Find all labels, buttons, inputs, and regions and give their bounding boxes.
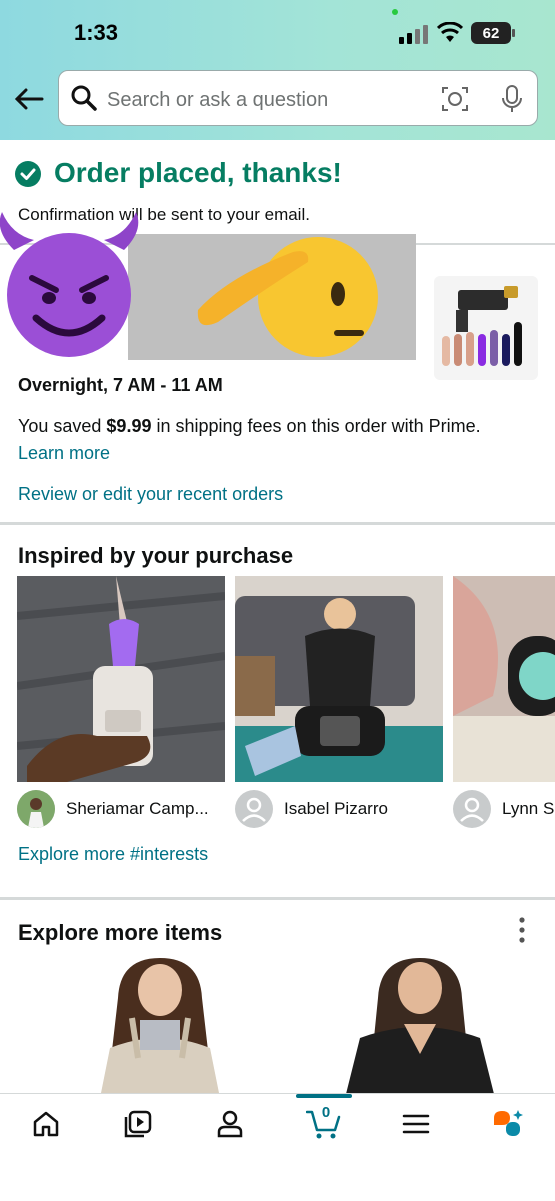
battery-indicator: 62: [471, 22, 511, 44]
more-options-icon[interactable]: [516, 916, 528, 944]
post-image: [17, 576, 225, 782]
avatar: [17, 790, 55, 828]
back-arrow-icon[interactable]: [14, 88, 44, 110]
saluting-face-emoji: [197, 237, 378, 357]
post-author[interactable]: Isabel Pizarro: [235, 790, 388, 828]
savings-amount: $9.99: [106, 416, 152, 436]
product-card[interactable]: [70, 958, 250, 1098]
status-time: 1:33: [74, 20, 119, 45]
wifi-icon: [437, 22, 463, 42]
default-user-icon: [455, 792, 489, 826]
prime-savings: You saved $9.99 in shipping fees on this…: [18, 416, 481, 437]
camera-scan-icon[interactable]: [441, 85, 469, 113]
microphone-icon[interactable]: [499, 84, 525, 114]
inspiration-card[interactable]: [235, 576, 443, 782]
author-name[interactable]: Isabel Pizarro: [284, 799, 388, 819]
post-image: [235, 576, 443, 782]
author-name[interactable]: Sheriamar Camp...: [66, 799, 209, 819]
inspiration-card[interactable]: [17, 576, 225, 782]
savings-suffix: in shipping fees on this order with Prim…: [151, 416, 481, 436]
rufus-icon[interactable]: [492, 1108, 524, 1140]
account-icon[interactable]: [214, 1108, 246, 1140]
post-author[interactable]: Lynn Sr: [453, 790, 555, 828]
delivery-window: Overnight, 7 AM - 11 AM: [18, 375, 223, 395]
cart-count: 0: [321, 1104, 331, 1121]
inspiration-card[interactable]: [453, 576, 555, 782]
menu-icon[interactable]: [400, 1108, 432, 1140]
product-card[interactable]: [330, 958, 510, 1098]
bottom-tab-bar: 0: [0, 1093, 555, 1201]
cell-signal-icon: [399, 25, 428, 44]
divider: [0, 522, 555, 525]
product-image: [100, 958, 220, 1098]
post-author[interactable]: Sheriamar Camp...: [17, 790, 209, 828]
search-placeholder[interactable]: Search or ask a question: [107, 89, 328, 112]
author-name[interactable]: Lynn Sr: [502, 799, 555, 819]
default-user-icon: [237, 792, 271, 826]
avatar: [453, 790, 491, 828]
ordered-product-thumbnail[interactable]: [434, 276, 538, 380]
search-box[interactable]: Search or ask a question: [58, 70, 538, 126]
author-photo: [17, 790, 55, 828]
explore-interests-link[interactable]: Explore more #interests: [18, 844, 208, 865]
explore-items-title: Explore more items: [18, 920, 223, 945]
post-image: [453, 576, 555, 782]
video-icon[interactable]: [122, 1108, 154, 1140]
savings-prefix: You saved: [18, 416, 107, 436]
product-image: [345, 958, 495, 1098]
review-orders-link[interactable]: Review or edit your recent orders: [18, 484, 283, 505]
learn-more-link[interactable]: Learn more: [18, 443, 110, 464]
order-placed-title: Order placed, thanks!: [54, 157, 342, 188]
smiling-devil-emoji: [0, 212, 139, 357]
inspired-section-title: Inspired by your purchase: [18, 543, 294, 568]
active-tab-indicator: [296, 1094, 352, 1098]
home-icon[interactable]: [30, 1108, 62, 1140]
divider: [0, 897, 555, 900]
success-check-icon: [15, 161, 41, 187]
product-image: [442, 286, 522, 366]
search-icon: [71, 85, 97, 111]
avatar: [235, 790, 273, 828]
privacy-indicator: [392, 9, 398, 15]
battery-tip: [512, 29, 515, 37]
